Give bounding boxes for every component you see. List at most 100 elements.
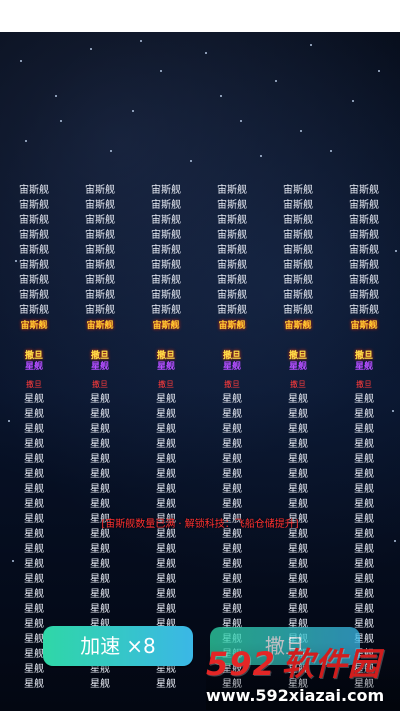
ship-cell[interactable]: 星舰 [265, 542, 331, 557]
ship-cell[interactable]: 星舰 [199, 407, 265, 422]
ship-cell[interactable]: 星舰 [67, 467, 133, 482]
ship-cell[interactable]: 星舰 [331, 482, 397, 497]
ship-cell[interactable]: 宙斯舰 [265, 258, 331, 273]
ship-cell[interactable]: 宙斯舰 [265, 288, 331, 303]
ship-cell[interactable]: 星舰 [1, 572, 67, 587]
ship-cell[interactable]: 宙斯舰 [1, 288, 67, 303]
ship-cell[interactable]: 星舰 [331, 437, 397, 452]
ship-cell[interactable]: 星舰 [1, 437, 67, 452]
ship-cell[interactable]: 星舰 [133, 422, 199, 437]
ship-cell[interactable]: 星舰 [265, 482, 331, 497]
ship-cell[interactable]: 宙斯舰 [1, 228, 67, 243]
ship-cell[interactable]: 星舰 [199, 542, 265, 557]
ship-cell[interactable]: 宙斯舰 [331, 243, 397, 258]
ship-cell[interactable]: 星舰 [331, 557, 397, 572]
ship-cell[interactable]: 星舰 [1, 452, 67, 467]
ship-cell[interactable]: 宙斯舰 [67, 273, 133, 288]
ship-cell[interactable]: 星舰 [133, 407, 199, 422]
ship-cell[interactable]: 星舰 [133, 452, 199, 467]
ship-cell[interactable]: 星舰 [133, 572, 199, 587]
ship-cell[interactable]: 宙斯舰 [331, 198, 397, 213]
ship-cell[interactable]: 宙斯舰 [1, 183, 67, 198]
ship-cell[interactable]: 星舰 [133, 587, 199, 602]
ship-cell[interactable]: 星舰 [199, 467, 265, 482]
ship-cell[interactable]: 星舰 [67, 557, 133, 572]
ship-cell[interactable]: 宙斯舰 [67, 228, 133, 243]
ship-tag-upgrading[interactable]: 宙斯舰 [265, 320, 331, 332]
ship-tag-upgrading[interactable]: 宙斯舰 [331, 320, 397, 332]
ship-cell[interactable]: 星舰 [133, 482, 199, 497]
ship-cell[interactable]: 星舰 [265, 467, 331, 482]
ship-cell[interactable]: 星舰 [1, 422, 67, 437]
ship-cell[interactable]: 星舰 [133, 677, 199, 692]
ship-cell[interactable]: 星舰 [133, 557, 199, 572]
ship-cell[interactable]: 星舰 [1, 497, 67, 512]
ship-tag-red[interactable]: 撒旦 [199, 380, 265, 390]
ship-cell[interactable]: 星舰 [265, 422, 331, 437]
ship-tag-red[interactable]: 撒旦 [331, 380, 397, 390]
ship-cell[interactable]: 星舰 [265, 437, 331, 452]
ship-cell[interactable]: 宙斯舰 [331, 258, 397, 273]
ship-cell[interactable]: 星舰 [331, 587, 397, 602]
ship-tag-starship[interactable]: 星舰 [1, 361, 67, 373]
ship-cell[interactable]: 星舰 [67, 407, 133, 422]
ship-cell[interactable]: 星舰 [199, 602, 265, 617]
ship-cell[interactable]: 宙斯舰 [1, 213, 67, 228]
ship-cell[interactable]: 星舰 [331, 392, 397, 407]
ship-tag-starship[interactable]: 星舰 [199, 361, 265, 373]
speed-up-button[interactable]: 加速 ×8 [43, 626, 193, 666]
ship-cell[interactable]: 宙斯舰 [199, 288, 265, 303]
ship-cell[interactable]: 宙斯舰 [133, 243, 199, 258]
ship-cell[interactable]: 宙斯舰 [331, 213, 397, 228]
ship-cell[interactable]: 星舰 [67, 677, 133, 692]
ship-cell[interactable]: 星舰 [331, 602, 397, 617]
ship-cell[interactable]: 宙斯舰 [199, 303, 265, 318]
ship-cell[interactable]: 宙斯舰 [133, 198, 199, 213]
ship-cell[interactable]: 宙斯舰 [199, 258, 265, 273]
ship-cell[interactable]: 星舰 [67, 572, 133, 587]
ship-cell[interactable]: 星舰 [133, 542, 199, 557]
ship-cell[interactable]: 宙斯舰 [67, 198, 133, 213]
ship-cell[interactable]: 星舰 [67, 497, 133, 512]
ship-cell[interactable]: 星舰 [133, 602, 199, 617]
ship-cell[interactable]: 星舰 [199, 482, 265, 497]
ship-cell[interactable]: 星舰 [133, 467, 199, 482]
ship-cell[interactable]: 宙斯舰 [133, 228, 199, 243]
ship-cell[interactable]: 宙斯舰 [67, 183, 133, 198]
ship-cell[interactable]: 星舰 [331, 452, 397, 467]
ship-cell[interactable]: 星舰 [265, 392, 331, 407]
ship-cell[interactable]: 宙斯舰 [133, 183, 199, 198]
ship-cell[interactable]: 星舰 [265, 587, 331, 602]
ship-cell[interactable]: 宙斯舰 [331, 303, 397, 318]
ship-tag-red[interactable]: 撒旦 [133, 380, 199, 390]
ship-tag-red[interactable]: 撒旦 [265, 380, 331, 390]
ship-cell[interactable]: 星舰 [67, 452, 133, 467]
ship-cell[interactable]: 宙斯舰 [1, 258, 67, 273]
ship-cell[interactable]: 星舰 [199, 452, 265, 467]
ship-cell[interactable]: 宙斯舰 [331, 288, 397, 303]
ship-cell[interactable]: 星舰 [331, 572, 397, 587]
ship-cell[interactable]: 宙斯舰 [1, 243, 67, 258]
ship-cell[interactable]: 宙斯舰 [67, 303, 133, 318]
ship-cell[interactable]: 宙斯舰 [265, 198, 331, 213]
ship-cell[interactable]: 星舰 [199, 392, 265, 407]
ship-cell[interactable]: 宙斯舰 [133, 288, 199, 303]
ship-cell[interactable]: 星舰 [331, 407, 397, 422]
ship-cell[interactable]: 宙斯舰 [67, 213, 133, 228]
ship-cell[interactable]: 星舰 [1, 482, 67, 497]
ship-cell[interactable]: 星舰 [67, 602, 133, 617]
ship-cell[interactable]: 宙斯舰 [1, 273, 67, 288]
ship-cell[interactable]: 宙斯舰 [265, 243, 331, 258]
ship-tag-red[interactable]: 撒旦 [67, 380, 133, 390]
ship-cell[interactable]: 星舰 [133, 437, 199, 452]
ship-cell[interactable]: 宙斯舰 [67, 258, 133, 273]
ship-cell[interactable]: 宙斯舰 [199, 213, 265, 228]
ship-tag-upgrading[interactable]: 宙斯舰 [133, 320, 199, 332]
ship-cell[interactable]: 宙斯舰 [265, 273, 331, 288]
ship-cell[interactable]: 星舰 [199, 422, 265, 437]
ship-cell[interactable]: 星舰 [67, 542, 133, 557]
ship-cell[interactable]: 星舰 [67, 392, 133, 407]
ship-cell[interactable]: 星舰 [199, 437, 265, 452]
ship-cell[interactable]: 星舰 [265, 602, 331, 617]
ship-cell[interactable]: 宙斯舰 [199, 228, 265, 243]
